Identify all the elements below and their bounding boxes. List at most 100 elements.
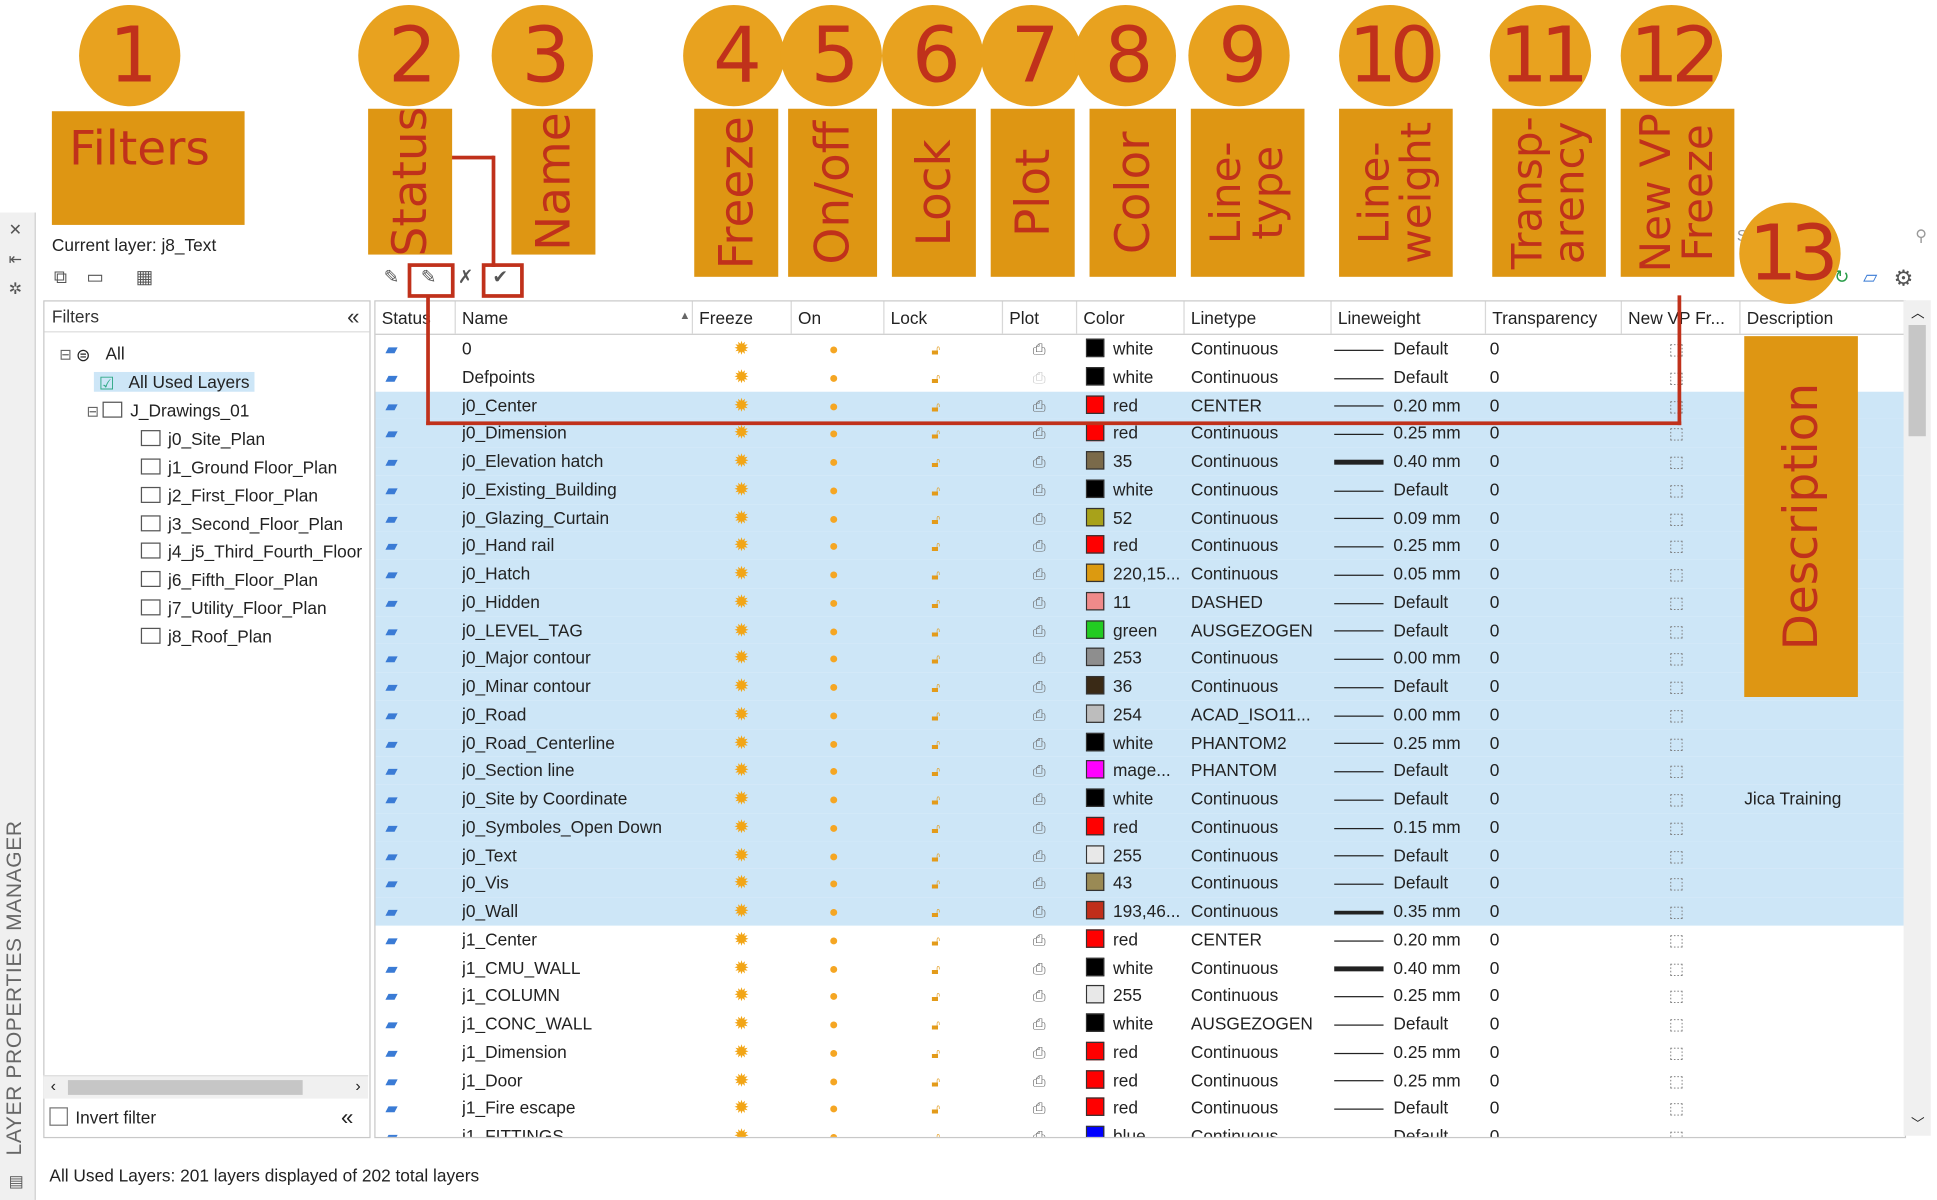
- scroll-thumb[interactable]: [1908, 325, 1926, 437]
- name-cell[interactable]: j0_Elevation hatch: [462, 447, 697, 475]
- color-cell[interactable]: red: [1085, 1094, 1185, 1122]
- freeze-toggle[interactable]: ✹: [734, 504, 771, 532]
- new-vp-freeze-toggle[interactable]: ⬚: [1669, 953, 1706, 981]
- name-cell[interactable]: j0_Existing_Building: [462, 475, 697, 503]
- freeze-toggle[interactable]: ✹: [734, 616, 771, 644]
- new-vp-freeze-toggle[interactable]: ⬚: [1669, 757, 1706, 785]
- on-off-toggle[interactable]: ●: [829, 897, 866, 925]
- new-vp-freeze-toggle[interactable]: ⬚: [1669, 841, 1706, 869]
- filter-tree-item[interactable]: ☑ All Used Layers: [93, 371, 255, 393]
- name-cell[interactable]: j0_Symboles_Open Down: [462, 813, 697, 841]
- name-cell[interactable]: j0_Road: [462, 700, 697, 728]
- name-cell[interactable]: j0_Vis: [462, 869, 697, 897]
- description-cell[interactable]: [1744, 1094, 1905, 1122]
- color-cell[interactable]: 11: [1085, 588, 1185, 616]
- lock-toggle[interactable]: 🔓︎: [931, 1066, 968, 1094]
- name-cell[interactable]: j1_CMU_WALL: [462, 953, 697, 981]
- on-off-toggle[interactable]: ●: [829, 700, 866, 728]
- lock-toggle[interactable]: 🔓︎: [931, 982, 968, 1010]
- new-vp-freeze-toggle[interactable]: ⬚: [1669, 1010, 1706, 1038]
- lineweight-cell[interactable]: Default: [1334, 785, 1487, 813]
- freeze-toggle[interactable]: ✹: [734, 785, 771, 813]
- transparency-cell[interactable]: 0: [1490, 1122, 1564, 1137]
- filter-tree-item[interactable]: j8_Roof_Plan: [140, 627, 272, 646]
- status-icon[interactable]: ▰: [385, 504, 434, 532]
- transparency-cell[interactable]: 0: [1490, 785, 1564, 813]
- description-cell[interactable]: [1744, 1010, 1905, 1038]
- table-row[interactable]: ▰ j0_Major contour ✹ ● 🔓︎ ⎙ 253 Continuous 0.00 …: [375, 644, 1905, 673]
- linetype-cell[interactable]: Continuous: [1191, 475, 1333, 503]
- plot-toggle[interactable]: ⎙: [1033, 532, 1070, 560]
- new-vp-freeze-toggle[interactable]: ⬚: [1669, 504, 1706, 532]
- color-cell[interactable]: 35: [1085, 447, 1185, 475]
- invert-filter-checkbox[interactable]: Invert filter: [49, 1107, 156, 1127]
- color-cell[interactable]: 220,15...: [1085, 560, 1185, 588]
- new-vp-freeze-toggle[interactable]: ⬚: [1669, 813, 1706, 841]
- linetype-cell[interactable]: Continuous: [1191, 532, 1333, 560]
- status-icon[interactable]: ▰: [385, 757, 434, 785]
- linetype-cell[interactable]: Continuous: [1191, 982, 1333, 1010]
- scroll-right-icon[interactable]: ›: [355, 1076, 360, 1095]
- transparency-cell[interactable]: 0: [1490, 869, 1564, 897]
- linetype-cell[interactable]: Continuous: [1191, 1094, 1333, 1122]
- on-off-toggle[interactable]: ●: [829, 1066, 866, 1094]
- plot-toggle[interactable]: ⎙: [1033, 1010, 1070, 1038]
- status-icon[interactable]: ▰: [385, 925, 434, 953]
- table-row[interactable]: ▰ j0_Site by Coordinate ✹ ● 🔓︎ ⎙ white Continuo…: [375, 784, 1905, 813]
- on-off-toggle[interactable]: ●: [829, 1038, 866, 1066]
- table-row[interactable]: ▰ j0_Minar contour ✹ ● 🔓︎ ⎙ 36 Continuous Defaul…: [375, 672, 1905, 701]
- lock-toggle[interactable]: 🔓︎: [931, 897, 968, 925]
- name-cell[interactable]: j1_COLUMN: [462, 982, 697, 1010]
- transparency-cell[interactable]: 0: [1490, 813, 1564, 841]
- transparency-cell[interactable]: 0: [1490, 1094, 1564, 1122]
- lineweight-cell[interactable]: 0.25 mm: [1334, 729, 1487, 757]
- lock-toggle[interactable]: 🔓︎: [931, 841, 968, 869]
- lock-toggle[interactable]: 🔓︎: [931, 757, 968, 785]
- linetype-cell[interactable]: Continuous: [1191, 841, 1333, 869]
- description-cell[interactable]: [1744, 729, 1905, 757]
- plot-toggle[interactable]: ⎙: [1033, 869, 1070, 897]
- new-vp-freeze-toggle[interactable]: ⬚: [1669, 700, 1706, 728]
- name-cell[interactable]: j1_Door: [462, 1066, 697, 1094]
- lineweight-cell[interactable]: 0.25 mm: [1334, 532, 1487, 560]
- transparency-cell[interactable]: 0: [1490, 644, 1564, 672]
- linetype-cell[interactable]: AUSGEZOGEN: [1191, 616, 1333, 644]
- lineweight-cell[interactable]: Default: [1334, 1122, 1487, 1137]
- lineweight-cell[interactable]: 0.05 mm: [1334, 560, 1487, 588]
- filter-tree-item[interactable]: j1_Ground Floor_Plan: [140, 457, 337, 477]
- vertical-scrollbar[interactable]: ︿ ﹀: [1903, 300, 1931, 1136]
- on-off-toggle[interactable]: ●: [829, 532, 866, 560]
- description-cell[interactable]: [1744, 869, 1905, 897]
- table-row[interactable]: ▰ j0_Text ✹ ● 🔓︎ ⎙ 255 Continuous Default 0 ⬚: [375, 840, 1905, 870]
- transparency-cell[interactable]: 0: [1490, 841, 1564, 869]
- filter-tree-item[interactable]: j2_First_Floor_Plan: [140, 486, 318, 505]
- color-cell[interactable]: blue: [1085, 1122, 1185, 1137]
- name-cell[interactable]: j0_Road_Centerline: [462, 729, 697, 757]
- table-row[interactable]: ▰ j1_COLUMN ✹ ● 🔓︎ ⎙ 255 Continuous 0.25 mm 0 ⬚: [376, 982, 1905, 1010]
- lock-toggle[interactable]: 🔓︎: [931, 813, 968, 841]
- table-row[interactable]: ▰ j0_LEVEL_TAG ✹ ● 🔓︎ ⎙ green AUSGEZOGEN Default…: [375, 616, 1905, 645]
- name-cell[interactable]: j1_Dimension: [462, 1038, 697, 1066]
- description-cell[interactable]: [1744, 925, 1905, 953]
- description-cell[interactable]: [1744, 841, 1905, 869]
- lineweight-cell[interactable]: Default: [1334, 588, 1487, 616]
- new-vp-freeze-toggle[interactable]: ⬚: [1669, 532, 1706, 560]
- description-cell[interactable]: [1744, 1122, 1905, 1137]
- on-off-toggle[interactable]: ●: [829, 672, 866, 700]
- horizontal-scrollbar[interactable]: ‹ ›: [43, 1075, 369, 1099]
- new-vp-freeze-toggle[interactable]: ⬚: [1669, 729, 1706, 757]
- transparency-cell[interactable]: 0: [1490, 1038, 1564, 1066]
- plot-toggle[interactable]: ⎙: [1033, 953, 1070, 981]
- plot-toggle[interactable]: ⎙: [1033, 560, 1070, 588]
- table-row[interactable]: ▰ j0_Elevation hatch ✹ ● 🔓︎ ⎙ 35 Continuous 0.40…: [375, 447, 1905, 476]
- linetype-cell[interactable]: Continuous: [1191, 813, 1333, 841]
- lineweight-cell[interactable]: Default: [1334, 869, 1487, 897]
- plot-toggle[interactable]: ⎙: [1033, 644, 1070, 672]
- lock-toggle[interactable]: 🔓︎: [931, 1038, 968, 1066]
- color-cell[interactable]: 255: [1085, 982, 1185, 1010]
- status-icon[interactable]: ▰: [385, 841, 434, 869]
- new-vp-freeze-toggle[interactable]: ⬚: [1669, 1094, 1706, 1122]
- name-cell[interactable]: j0_Hatch: [462, 560, 697, 588]
- plot-toggle[interactable]: ⎙: [1033, 447, 1070, 475]
- color-cell[interactable]: 52: [1085, 504, 1185, 532]
